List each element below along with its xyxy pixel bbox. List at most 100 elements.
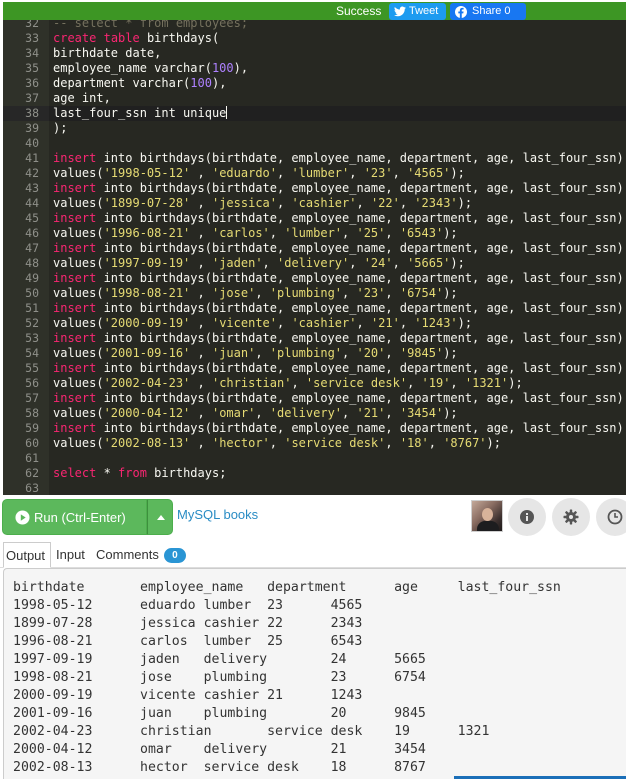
code-line[interactable]: 59 insert into birthdays(birthdate, emplo… bbox=[3, 421, 626, 436]
code-token: insert bbox=[53, 241, 97, 255]
code-token: '6754' bbox=[399, 286, 444, 300]
code-text: insert into birthdays(birthdate, employe… bbox=[53, 391, 624, 406]
play-circle-icon bbox=[15, 510, 30, 525]
code-token: insert bbox=[53, 181, 97, 195]
tab-comments[interactable]: Comments 0 bbox=[96, 542, 186, 568]
tweet-button[interactable]: Tweet bbox=[389, 3, 446, 20]
code-line[interactable]: 40 bbox=[3, 136, 626, 151]
code-line[interactable]: 50 values('1998-08-21' , 'jose', 'plumbin… bbox=[3, 286, 626, 301]
clock-icon bbox=[607, 509, 623, 525]
code-token: 'christian' bbox=[211, 376, 292, 390]
code-line[interactable]: 47 insert into birthdays(birthdate, emplo… bbox=[3, 241, 626, 256]
user-avatar[interactable] bbox=[471, 500, 503, 532]
tab-input[interactable]: Input bbox=[56, 542, 85, 568]
code-line[interactable]: 55 insert into birthdays(birthdate, emplo… bbox=[3, 361, 626, 376]
line-number: 45 bbox=[25, 211, 39, 225]
code-token: values( bbox=[53, 376, 104, 390]
code-token: ); bbox=[443, 286, 458, 300]
line-number: 33 bbox=[25, 31, 39, 45]
code-token: 'eduardo' bbox=[211, 166, 277, 180]
info-button[interactable] bbox=[508, 498, 546, 536]
code-token: '20' bbox=[356, 346, 386, 360]
code-line[interactable]: 37 age int, bbox=[3, 91, 626, 106]
code-token: , bbox=[428, 436, 444, 450]
code-token: , bbox=[385, 436, 400, 450]
code-line[interactable]: 56 values('2002-04-23' , 'christian', 'se… bbox=[3, 376, 626, 391]
code-line[interactable]: 43 insert into birthdays(birthdate, emplo… bbox=[3, 181, 626, 196]
line-number: 41 bbox=[25, 151, 39, 165]
code-token: values( bbox=[53, 226, 104, 240]
code-token: '21' bbox=[370, 316, 400, 330]
code-token: into birthdays(birthdate, employee_name,… bbox=[96, 361, 624, 375]
line-number: 58 bbox=[25, 406, 39, 420]
code-token: , bbox=[255, 346, 270, 360]
status-share-bar: Success Tweet Share 0 bbox=[3, 2, 626, 20]
facebook-share-button[interactable]: Share 0 bbox=[450, 3, 526, 20]
code-token: '2000-04-12' bbox=[103, 406, 191, 420]
line-number: 50 bbox=[25, 286, 39, 300]
line-number: 39 bbox=[25, 121, 39, 135]
code-token: 'delivery' bbox=[277, 256, 350, 270]
code-lines[interactable]: 32 -- select * from employees; 33 create ta… bbox=[3, 16, 626, 495]
code-line[interactable]: 34 birthdate date, bbox=[3, 46, 626, 61]
code-line[interactable]: 36 department varchar(100), bbox=[3, 76, 626, 91]
code-line[interactable]: 42 values('1998-05-12' , 'eduardo', 'lumb… bbox=[3, 166, 626, 181]
code-line[interactable]: 44 values('1899-07-28' , 'jessica', 'cash… bbox=[3, 196, 626, 211]
run-button[interactable]: Run (Ctrl-Enter) bbox=[2, 499, 147, 535]
code-text: insert into birthdays(birthdate, employe… bbox=[53, 211, 624, 226]
code-token: insert bbox=[53, 331, 97, 345]
code-line[interactable]: 60 values('2002-08-13' , 'hector', 'servi… bbox=[3, 436, 626, 451]
history-button[interactable] bbox=[596, 498, 626, 536]
code-editor[interactable]: 32 -- select * from employees; 33 create ta… bbox=[3, 16, 626, 495]
code-token: , bbox=[190, 256, 212, 270]
line-number: 43 bbox=[25, 181, 39, 195]
code-line[interactable]: 33 create table birthdays( bbox=[3, 31, 626, 46]
code-text: insert into birthdays(birthdate, employe… bbox=[53, 181, 624, 196]
code-line[interactable]: 45 insert into birthdays(birthdate, emplo… bbox=[3, 211, 626, 226]
code-token: insert bbox=[53, 301, 97, 315]
code-token: '1996-08-21' bbox=[103, 226, 191, 240]
code-line[interactable]: 62 select * from birthdays; bbox=[3, 466, 626, 481]
line-number: 53 bbox=[25, 331, 39, 345]
code-line[interactable]: 46 values('1996-08-21' , 'carlos', 'lumbe… bbox=[3, 226, 626, 241]
code-line[interactable]: 52 values('2000-09-19' , 'vicente', 'cash… bbox=[3, 316, 626, 331]
code-token: '19' bbox=[421, 376, 451, 390]
code-token: into birthdays(birthdate, employee_name,… bbox=[96, 301, 624, 315]
line-number: 59 bbox=[25, 421, 39, 435]
code-token: birthdays( bbox=[139, 31, 220, 45]
code-line[interactable]: 53 insert into birthdays(birthdate, emplo… bbox=[3, 331, 626, 346]
code-line[interactable]: 41 insert into birthdays(birthdate, emplo… bbox=[3, 151, 626, 166]
result-row: 1996-08-21 carlos lumber 25 6543 bbox=[13, 634, 363, 649]
avatar-face bbox=[482, 508, 493, 521]
result-row: 2002-04-23 christian service desk 19 132… bbox=[13, 724, 490, 739]
code-line[interactable]: 49 insert into birthdays(birthdate, emplo… bbox=[3, 271, 626, 286]
code-line[interactable]: 51 insert into birthdays(birthdate, emplo… bbox=[3, 301, 626, 316]
code-line[interactable]: 48 values('1997-09-19' , 'jaden', 'delive… bbox=[3, 256, 626, 271]
result-row: 1998-05-12 eduardo lumber 23 4565 bbox=[13, 598, 363, 613]
code-token: ); bbox=[450, 256, 465, 270]
code-token: , bbox=[190, 376, 212, 390]
code-token: table bbox=[103, 31, 140, 45]
code-line[interactable]: 35 employee_name varchar(100), bbox=[3, 61, 626, 76]
code-token: employee_name varchar( bbox=[53, 61, 212, 75]
code-line[interactable]: 38 last_four_ssn int unique bbox=[3, 106, 626, 121]
code-token: ); bbox=[53, 121, 68, 135]
code-text: age int, bbox=[53, 91, 111, 106]
tab-output[interactable]: Output bbox=[3, 542, 51, 568]
code-text: create table birthdays( bbox=[53, 31, 219, 46]
code-line[interactable]: 39); bbox=[3, 121, 626, 136]
code-line[interactable]: 61 bbox=[3, 451, 626, 466]
code-token: last_four_ssn int unique bbox=[53, 106, 227, 120]
mysql-books-link[interactable]: MySQL books bbox=[177, 505, 258, 525]
run-options-dropdown[interactable] bbox=[147, 499, 173, 535]
code-token: , bbox=[190, 316, 212, 330]
code-token: values( bbox=[53, 166, 104, 180]
code-line[interactable]: 57 insert into birthdays(birthdate, emplo… bbox=[3, 391, 626, 406]
code-token: , bbox=[291, 376, 306, 390]
code-token: ); bbox=[457, 316, 473, 330]
code-line[interactable]: 58 values('2000-04-12' , 'omar', 'deliver… bbox=[3, 406, 626, 421]
code-line[interactable]: 54 values('2001-09-16' , 'juan', 'plumbin… bbox=[3, 346, 626, 361]
settings-button[interactable] bbox=[552, 498, 590, 536]
code-line[interactable]: 63 bbox=[3, 481, 626, 495]
code-token: 'delivery' bbox=[269, 406, 343, 420]
